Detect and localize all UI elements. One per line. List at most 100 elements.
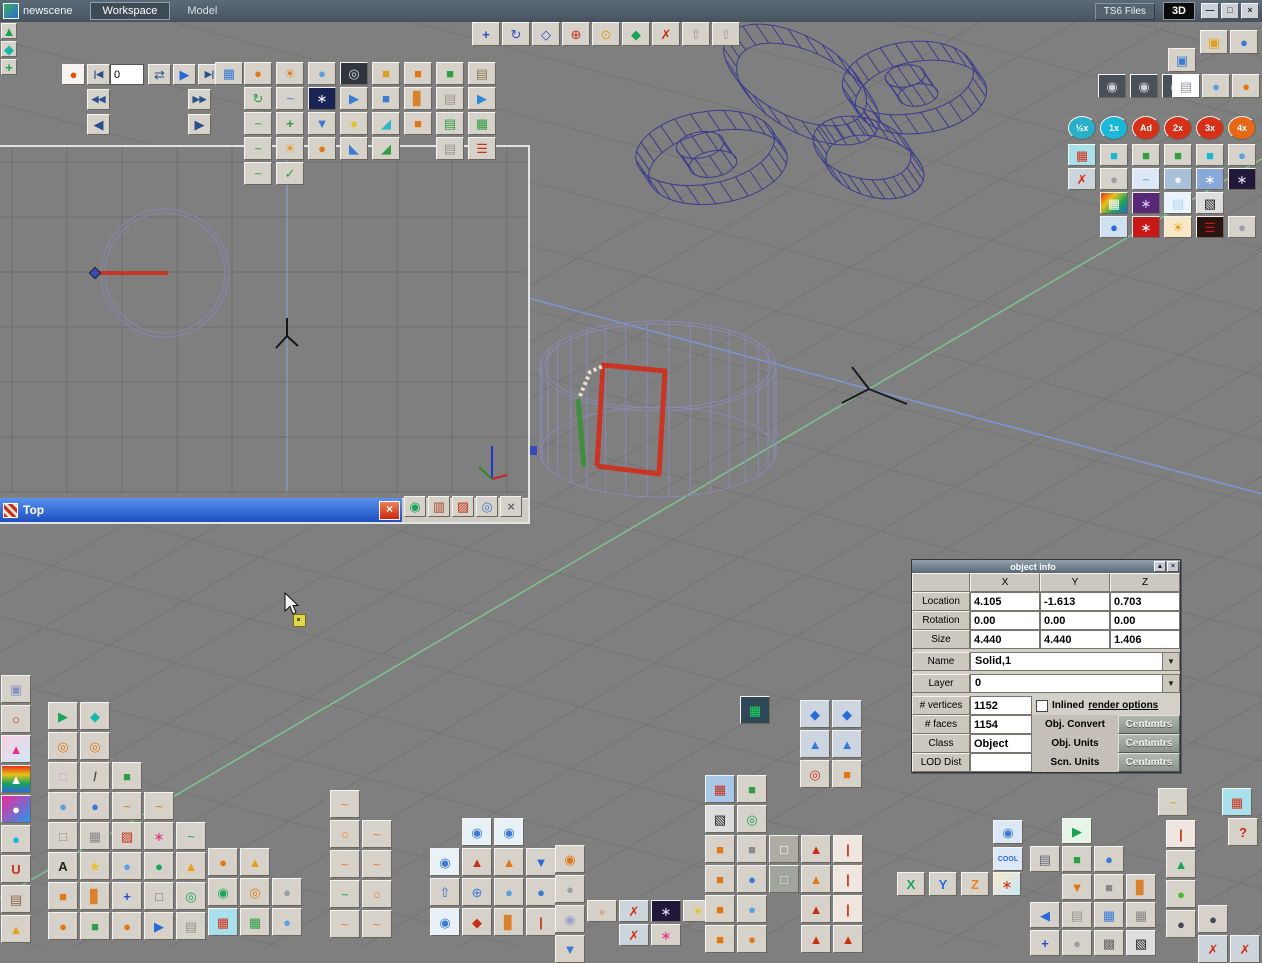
globe-sm-icon[interactable]: ◎ <box>476 496 498 517</box>
scale-tool-icon[interactable]: ◇ <box>532 22 560 46</box>
orange-lamp-icon[interactable]: ☀ <box>276 62 304 85</box>
no-draw-icon[interactable]: ✗ <box>1198 935 1228 963</box>
stripes-red-icon[interactable]: ☰ <box>1196 216 1224 238</box>
orange-ball-icon[interactable]: ● <box>737 925 767 953</box>
mirror-blue-icon[interactable]: ◣ <box>340 137 368 160</box>
grid-bl-icon[interactable]: ▦ <box>1094 902 1124 928</box>
frame-g-icon[interactable]: □ <box>769 865 799 893</box>
top-viewport[interactable] <box>0 147 526 493</box>
glass-blue-icon[interactable]: ● <box>272 908 302 936</box>
arc-or-icon[interactable]: ~ <box>330 910 360 938</box>
Yb-icon[interactable]: Y <box>929 872 957 896</box>
glass-blue-icon[interactable]: ● <box>112 852 142 880</box>
torus-or-icon[interactable]: ◎ <box>240 878 270 906</box>
top-view-titlebar[interactable]: Top × <box>0 498 402 522</box>
pole-r-icon[interactable]: | <box>833 865 863 893</box>
book-icon[interactable]: ▤ <box>1 885 31 913</box>
pin-icon[interactable]: ◆ <box>462 908 492 936</box>
tex-d-icon[interactable]: ▩ <box>1094 930 1124 956</box>
ball-bl-icon[interactable]: ● <box>526 878 556 906</box>
tricolor-icon[interactable]: ▲ <box>1 735 31 763</box>
orange-cube-icon[interactable]: ■ <box>705 865 735 893</box>
orange-cube-icon[interactable]: ■ <box>705 895 735 923</box>
up-gray-icon[interactable]: ⇧ <box>682 22 710 46</box>
name-value[interactable]: Solid,1 <box>971 653 1162 670</box>
pinwheel-icon[interactable]: ∗ <box>993 872 1021 896</box>
3d-mode-button[interactable]: 3D <box>1162 2 1195 20</box>
cyl-orange-icon[interactable]: ▊ <box>404 87 432 110</box>
gray-ball-icon[interactable]: ● <box>1228 216 1256 238</box>
orange-cube-icon[interactable]: ■ <box>705 835 735 863</box>
wire-cube-icon[interactable]: ▦ <box>740 696 770 724</box>
up-gray-icon[interactable]: ⇧ <box>712 22 740 46</box>
layer-dropdown[interactable]: 0 ▼ <box>970 674 1180 693</box>
page-white-icon[interactable]: ▤ <box>1172 74 1200 98</box>
arc-or-icon[interactable]: ~ <box>144 792 174 820</box>
no-draw-icon[interactable]: ✗ <box>619 924 649 946</box>
bezier-icon[interactable]: ~ <box>176 822 206 850</box>
checker-rb-icon[interactable]: ▦ <box>705 775 735 803</box>
arr-l-icon[interactable]: ◀ <box>1030 902 1060 928</box>
ball-rainbow-icon[interactable]: ● <box>1 795 31 823</box>
chevron-down-icon[interactable]: ▼ <box>1162 653 1179 670</box>
drips-icon[interactable]: ~ <box>1132 168 1160 190</box>
poly-add-icon[interactable]: + <box>1 59 17 75</box>
ball-cyan-icon[interactable]: ● <box>1 825 31 853</box>
drop-blue-icon[interactable]: ▼ <box>555 935 585 963</box>
obj-convert-units-button[interactable]: Centimtrs <box>1118 715 1180 734</box>
box-t-icon[interactable]: □ <box>144 882 174 910</box>
poly-a-icon[interactable]: ▲ <box>1 23 17 39</box>
grid-t-icon[interactable]: ▦ <box>80 822 110 850</box>
glass-blue-icon[interactable]: ● <box>1228 144 1256 166</box>
pole-r-icon[interactable]: | <box>833 895 863 923</box>
ball-dk-icon[interactable]: ● <box>1166 910 1196 938</box>
eraser-icon[interactable]: □ <box>48 762 78 790</box>
arr-bl-icon[interactable]: ▶ <box>144 912 174 940</box>
ts6-files-button[interactable]: TS6 Files <box>1094 2 1155 20</box>
torus-or-icon[interactable]: ◎ <box>80 732 110 760</box>
page-green-icon[interactable]: ▤ <box>436 112 464 135</box>
rot-green-icon[interactable]: ↻ <box>244 87 272 110</box>
blue-cube-icon[interactable]: ■ <box>372 87 400 110</box>
pencil-ball-icon[interactable]: ● <box>555 875 585 903</box>
green-cube-icon[interactable]: ■ <box>436 62 464 85</box>
ball-green-icon[interactable]: ● <box>144 852 174 880</box>
glow-orange-icon[interactable]: ☀ <box>276 137 304 160</box>
no-draw-icon[interactable]: ✗ <box>1068 168 1096 190</box>
page-icon[interactable]: ▤ <box>436 137 464 160</box>
checker-red-icon[interactable]: ▦ <box>208 908 238 936</box>
curve-green-icon[interactable]: ~ <box>244 137 272 160</box>
arc-or-icon[interactable]: ~ <box>362 850 392 878</box>
record-icon[interactable]: ● <box>62 64 85 85</box>
orange-ball-icon[interactable]: ● <box>308 137 336 160</box>
brick-icon[interactable]: ▥ <box>428 496 450 517</box>
ball-dk-icon[interactable]: ● <box>1198 905 1228 933</box>
orange-cube-icon[interactable]: ■ <box>48 882 78 910</box>
close-button[interactable]: × <box>1241 3 1259 19</box>
star-t-icon[interactable]: ★ <box>80 852 110 880</box>
b-1x-icon[interactable]: 1x <box>1100 116 1128 140</box>
arc-or-icon[interactable]: ~ <box>112 792 142 820</box>
plane-t-icon[interactable]: □ <box>48 822 78 850</box>
rew-icon[interactable]: ◀◀ <box>87 89 110 110</box>
bezier-icon[interactable]: ~ <box>330 880 360 908</box>
arc-y-icon[interactable]: ~ <box>1158 788 1188 816</box>
glass-blue-icon[interactable]: ● <box>308 62 336 85</box>
bw-tex-icon[interactable]: ▧ <box>1196 192 1224 214</box>
back1-icon[interactable]: ◀ <box>87 114 110 135</box>
curve-green-icon[interactable]: ~ <box>244 162 272 185</box>
flower-icon[interactable]: ∗ <box>144 822 174 850</box>
orange-cube-icon[interactable]: ■ <box>404 62 432 85</box>
cone-or-icon[interactable]: ▲ <box>176 852 206 880</box>
earth-icon[interactable]: ● <box>1100 216 1128 238</box>
glow-tex-icon[interactable]: ☀ <box>1164 216 1192 238</box>
rollup-icon[interactable]: ▲ <box>1154 561 1166 572</box>
ff-icon[interactable]: ▶▶ <box>188 89 211 110</box>
orange-ball-icon[interactable]: ● <box>48 912 78 940</box>
b-half-icon[interactable]: ½x <box>1068 116 1096 140</box>
green-cube-icon[interactable]: ■ <box>1164 144 1192 166</box>
play-icon[interactable]: ▶ <box>173 64 196 85</box>
orange-cube-icon[interactable]: ■ <box>404 112 432 135</box>
ufo-icon[interactable]: ◉ <box>555 845 585 873</box>
text-A-icon[interactable]: A <box>48 852 78 880</box>
